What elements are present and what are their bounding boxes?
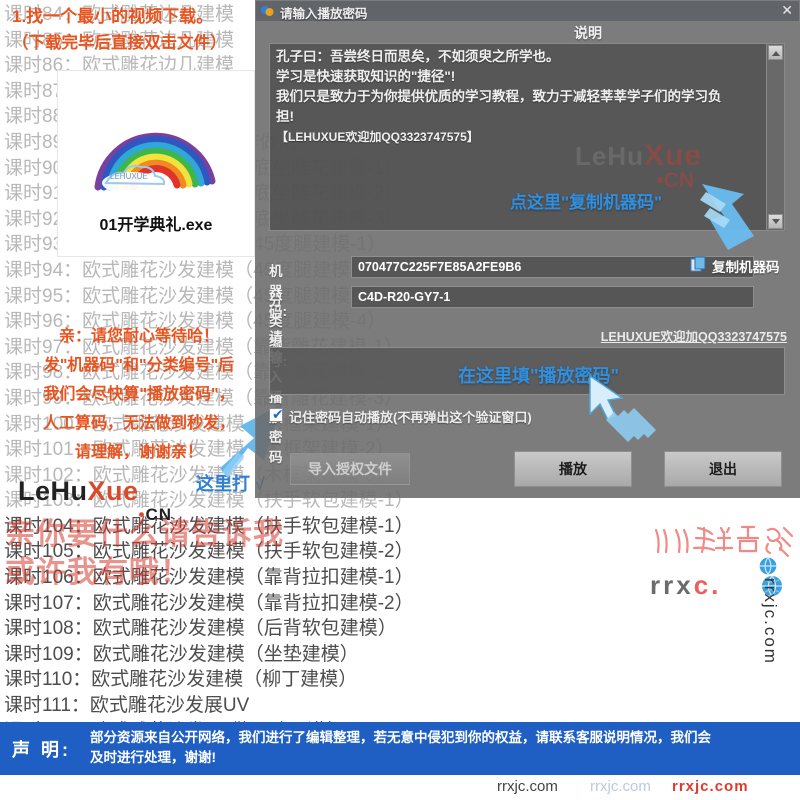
instruction-middle-line: 发"机器码"和"分类编号"后 (43, 357, 235, 374)
check-icon: ✔ (272, 406, 284, 422)
close-icon[interactable]: ✕ (781, 2, 793, 19)
rrxjc-vertical-text: rrxjc.com (761, 578, 780, 665)
play-button[interactable]: 播放 (514, 451, 632, 487)
course-list-item: 课时109：欧式雕花沙发建模（坐垫建模） (4, 643, 359, 665)
footer-watermarks: rrxjc.com rrxjc.com rrxjc.com (0, 778, 800, 800)
red-slogan-line2: 或许我有哦！ (5, 556, 191, 589)
globe-icon-small (759, 557, 777, 575)
description-scrollbar[interactable] (766, 44, 784, 230)
svg-text:LEHUXUE: LEHUXUE (110, 172, 148, 181)
description-line1: 孔子曰：吾尝终日而思矣，不如须臾之所学也。 (276, 49, 560, 64)
rrxjc-rrx: rrx (650, 570, 694, 600)
explain-label: 说明 (574, 25, 602, 41)
logo-xue-text: Xue (87, 476, 139, 506)
description-line4: 担! (276, 109, 294, 124)
instruction-top: 1.找一个最小的视频下载。 （下载完毕后直接双击文件） (12, 4, 292, 56)
password-dialog: 请输入播放密码 ✕ 说明 孔子曰：吾尝终日而思矣，不如须臾之所学也。 学习是快速… (255, 0, 800, 498)
rrxjc-c: c. (693, 570, 722, 600)
dialog-watermark: LeHuXue •CN (575, 139, 702, 193)
class-number-field[interactable]: C4D-R20-GY7-1 (351, 286, 754, 308)
exit-button[interactable]: 退出 (664, 451, 782, 487)
disclaimer-banner: 声 明: 部分资源来自公开网络，我们进行了编辑整理，若无意中侵犯到你的权益，请联… (0, 722, 800, 775)
red-slogan-line1: 亲你要什么请告诉我 (5, 518, 284, 551)
footer-mark-3: rrxjc.com (672, 778, 749, 795)
instruction-middle-line: 亲：请您耐心等待哈！ (58, 328, 219, 345)
chevron-up-icon (772, 51, 780, 56)
disclaimer-line2: 及时进行处理，谢谢! (90, 750, 216, 765)
dialog-title: 请输入播放密码 (280, 7, 368, 21)
copy-icon (690, 256, 706, 272)
disclaimer-line1: 部分资源来自公开网络，我们进行了编辑整理，若无意中侵犯到你的权益，请联系客服说明… (90, 730, 711, 745)
course-list-item: 课时111：欧式雕花沙发展UV (4, 695, 250, 717)
dialog-titlebar[interactable]: 请输入播放密码 ✕ (256, 1, 799, 21)
download-file-popup: LEHUXUE 01开学典礼.exe (57, 70, 255, 257)
footer-mark-2: rrxjc.com (590, 778, 651, 795)
rrxjc-wordmark: rrxc. (650, 570, 721, 601)
disclaimer-title: 声 明: (12, 740, 71, 760)
exe-file-name: 01开学典礼.exe (99, 217, 213, 234)
copy-machine-code-label: 复制机器码 (712, 260, 780, 275)
hint-fill-password: 在这里填"播放密码" (458, 366, 620, 386)
instruction-middle: 亲：请您耐心等待哈！ 发"机器码"和"分类编号"后 我们会尽快算"播放密码"， 人工算… (14, 322, 264, 467)
scroll-up-button[interactable] (768, 45, 783, 60)
checkbox-box[interactable]: ✔ (269, 406, 284, 422)
screenshot-root: 课时84：欧式雕花边几建模 课时85：欧式雕花边几建模 课时86：欧式雕花边几建模课… (0, 0, 800, 800)
app-icon (260, 5, 274, 16)
disclaimer-text: 部分资源来自公开网络，我们进行了编辑整理，若无意中侵犯到你的权益，请联系客服说明… (90, 728, 790, 768)
instruction-middle-line: 请理解，谢谢亲！ (74, 444, 203, 461)
rainbow-icon: LEHUXUE (80, 99, 230, 194)
import-license-button[interactable]: 导入授权文件 (290, 453, 410, 485)
course-list-item: 课时110：欧式雕花沙发建模（柳丁建模） (4, 669, 358, 691)
red-slogan: 亲你要什么请告诉我 或许我有哦！ (5, 516, 335, 592)
logo-lehu-text: LeHu (18, 476, 88, 506)
description-text: 孔子曰：吾尝终日而思矣，不如须臾之所学也。 学习是快速获取知识的"捷径"! 我们… (276, 47, 754, 147)
qq-link[interactable]: LEHUXUE欢迎加QQ3323747575 (601, 326, 787, 345)
hint-copy-machine-code: 点这里"复制机器码" (510, 193, 663, 212)
chevron-down-icon (772, 219, 780, 224)
instruction-middle-line: 人工算码，无法做到秒发， (42, 415, 235, 432)
description-line2: 学习是快速获取知识的"捷径"! (276, 69, 456, 84)
description-line5: 【LEHUXUE欢迎加QQ3323747575】 (276, 130, 479, 144)
instruction-middle-line: 我们会尽快算"播放密码"， (43, 386, 235, 403)
scroll-down-button[interactable] (768, 214, 783, 229)
description-line3: 我们只是致力于为你提供优质的学习教程，致力于减轻莘莘学子们的学习负 (276, 89, 722, 104)
remember-password-label: 记住密码自动播放(不再弹出这个验证窗口) (289, 410, 532, 425)
instruction-top-line2: （下载完毕后直接双击文件） (12, 34, 227, 52)
instruction-top-line1: 1.找一个最小的视频下载。 (12, 7, 214, 26)
copy-machine-code-button[interactable]: 复制机器码 (690, 253, 798, 279)
footer-mark-1: rrxjc.com (497, 778, 558, 795)
